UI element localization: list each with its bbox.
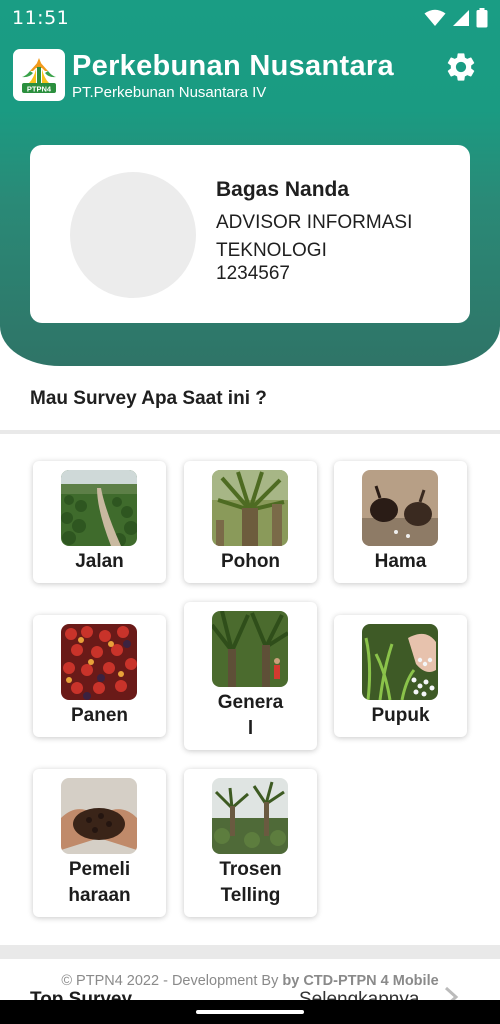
divider (0, 430, 500, 434)
tile-label: Trosen Telling (219, 859, 282, 906)
panen-image (61, 624, 137, 700)
navigation-bar (0, 1000, 500, 1024)
survey-tile-pohon[interactable]: Pohon (184, 461, 317, 583)
ptpn4-logo: PTPN4 (13, 49, 65, 101)
tile-label: Panen (70, 705, 129, 726)
survey-tile-hama[interactable]: Hama (334, 461, 467, 583)
home-handle[interactable] (196, 1010, 304, 1014)
avatar (70, 172, 196, 298)
hama-image (362, 470, 438, 546)
svg-text:PTPN4: PTPN4 (27, 85, 52, 94)
signal-icon (453, 10, 469, 26)
wifi-icon (424, 9, 446, 26)
tile-label: Hama (374, 551, 427, 572)
profile-role: ADVISOR INFORMASI TEKNOLOGI (216, 212, 413, 261)
footer-prefix: © PTPN4 2022 - Development By (61, 973, 283, 989)
battery-icon (476, 8, 488, 28)
app-subtitle: PT.Perkebunan Nusantara IV (72, 84, 267, 101)
survey-tile-general[interactable]: Genera l (184, 602, 317, 750)
settings-button[interactable] (444, 50, 478, 84)
footer-credit: © PTPN4 2022 - Development By by CTD-PTP… (0, 973, 500, 989)
pupuk-image (362, 624, 438, 700)
status-time: 11:51 (12, 7, 70, 29)
survey-tile-pemeliharaan[interactable]: Pemeli haraan (33, 769, 166, 917)
jalan-image (61, 470, 137, 546)
pohon-image (212, 470, 288, 546)
app-title: Perkebunan Nusantara (72, 50, 394, 82)
tile-label: Jalan (75, 551, 124, 572)
pemeliharaan-image (61, 778, 137, 854)
footer-bold: by CTD-PTPN 4 Mobile (282, 973, 439, 989)
trosen-telling-image (212, 778, 288, 854)
gear-icon (447, 53, 475, 81)
survey-tile-trosen-telling[interactable]: Trosen Telling (184, 769, 317, 917)
status-bar: 11:51 (0, 0, 500, 36)
survey-section-title: Mau Survey Apa Saat ini ? (30, 388, 267, 409)
survey-tile-panen[interactable]: Panen (33, 615, 166, 737)
profile-id: 1234567 (216, 263, 290, 284)
survey-tile-jalan[interactable]: Jalan (33, 461, 166, 583)
tile-label: Pemeli haraan (68, 859, 131, 906)
status-icons (424, 8, 488, 28)
tile-label: Pupuk (371, 705, 430, 726)
general-image (212, 611, 288, 687)
tile-label: Pohon (220, 551, 281, 572)
profile-name: Bagas Nanda (216, 178, 350, 201)
bottom-separator (0, 945, 500, 959)
survey-tile-pupuk[interactable]: Pupuk (334, 615, 467, 737)
app-bar: PTPN4 Perkebunan Nusantara PT.Perkebunan… (0, 46, 500, 106)
profile-card: Bagas Nanda ADVISOR INFORMASI TEKNOLOGI … (30, 145, 470, 323)
tile-label: Genera l (217, 692, 284, 739)
